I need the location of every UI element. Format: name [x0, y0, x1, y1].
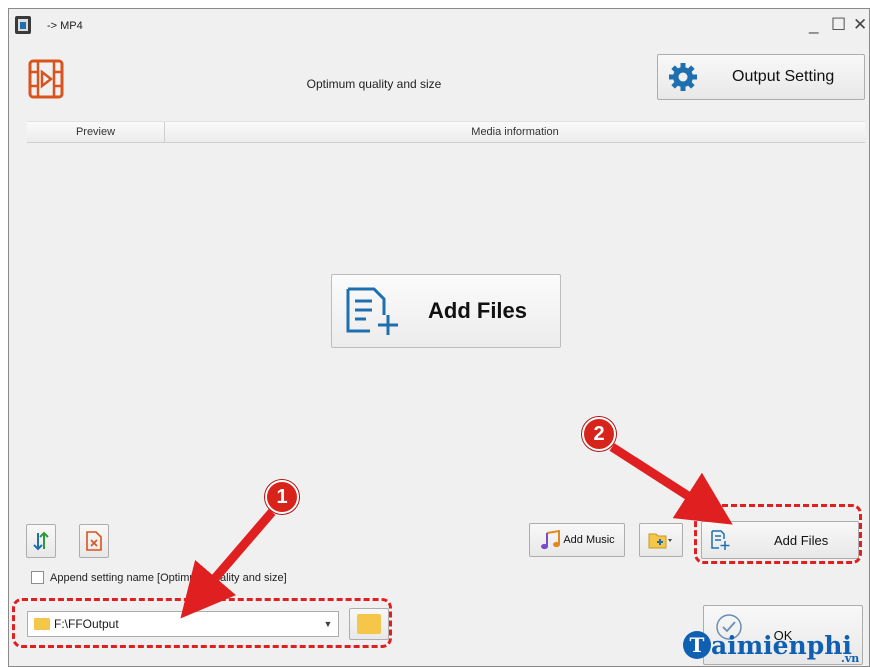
- step-badge-1: 1: [265, 480, 299, 514]
- arrow-1: [180, 509, 276, 619]
- watermark-suffix: .vn: [841, 652, 860, 665]
- watermark-text: aimienphi: [711, 630, 852, 660]
- annotation-arrows: [180, 443, 733, 619]
- watermark-initial: T: [683, 631, 711, 659]
- step-badge-2: 2: [582, 417, 616, 451]
- arrow-2: [609, 443, 733, 525]
- watermark-logo: T aimienphi .vn: [683, 630, 870, 665]
